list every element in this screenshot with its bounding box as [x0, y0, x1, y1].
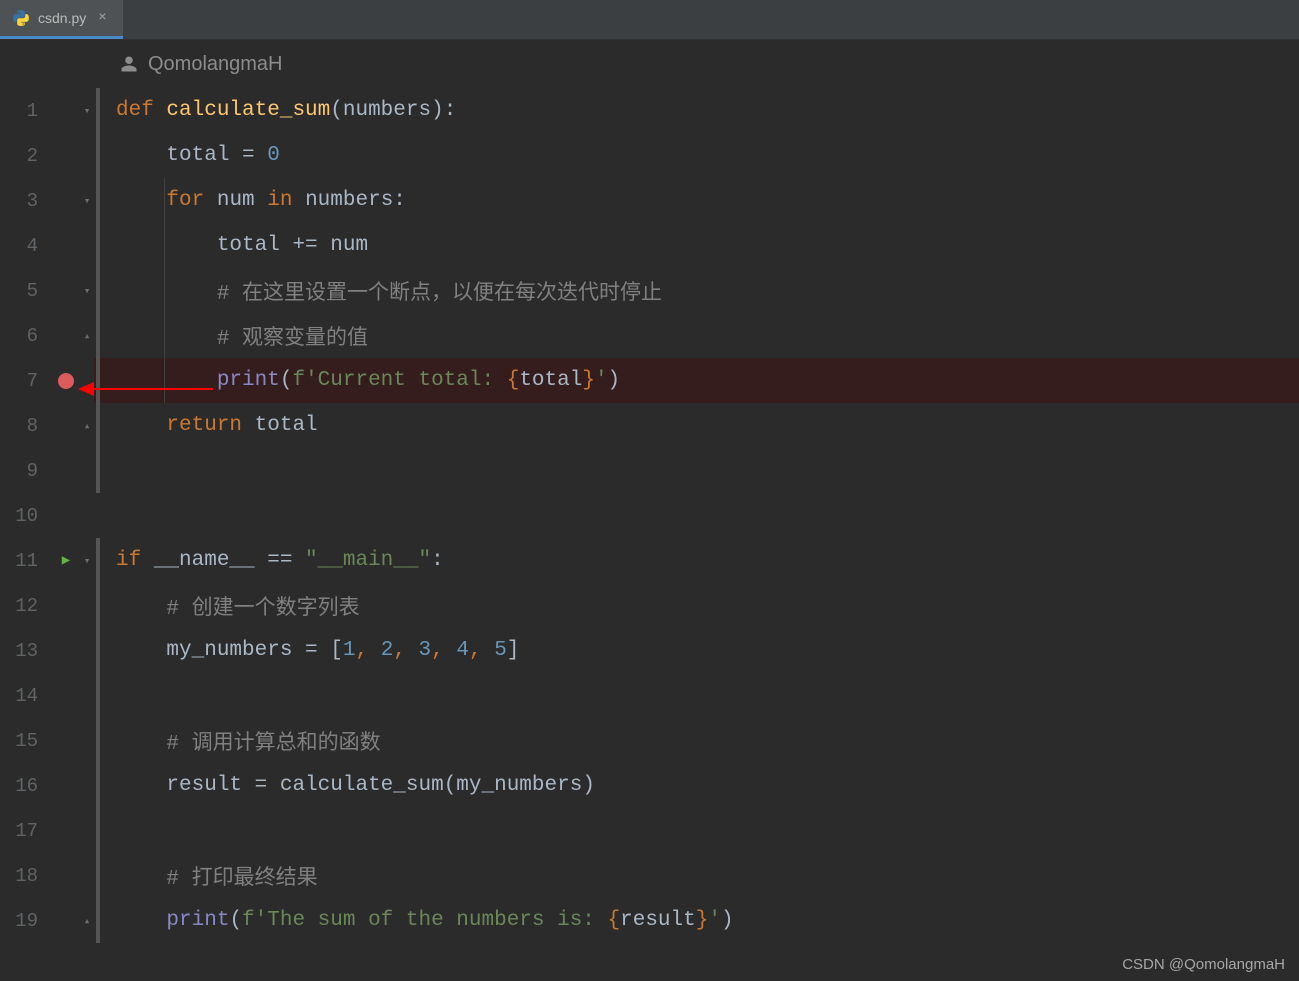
code-line[interactable]: 18 # 打印最终结果 — [0, 853, 1299, 898]
code-line-breakpoint[interactable]: 7 print(f'Current total: {total}') — [0, 358, 1299, 403]
line-number: 18 — [0, 865, 52, 887]
person-icon — [120, 55, 138, 73]
code-text[interactable]: # 在这里设置一个断点，以便在每次迭代时停止 — [94, 268, 1299, 313]
fold-gutter[interactable]: ▴ — [80, 329, 94, 343]
code-editor[interactable]: 1 ▾ def calculate_sum(numbers): 2 total … — [0, 88, 1299, 943]
line-number: 1 — [0, 100, 52, 122]
code-line[interactable]: 9 — [0, 448, 1299, 493]
code-text[interactable]: # 打印最终结果 — [94, 853, 1299, 898]
code-text[interactable]: # 观察变量的值 — [94, 313, 1299, 358]
code-text[interactable]: my_numbers = [1, 2, 3, 4, 5] — [94, 628, 1299, 673]
code-line[interactable]: 4 total += num — [0, 223, 1299, 268]
code-text[interactable]: # 调用计算总和的函数 — [94, 718, 1299, 763]
line-number: 16 — [0, 775, 52, 797]
line-number: 17 — [0, 820, 52, 842]
code-line[interactable]: 10 — [0, 493, 1299, 538]
code-line[interactable]: 17 — [0, 808, 1299, 853]
line-number: 4 — [0, 235, 52, 257]
breakpoint-gutter[interactable]: ▶ — [52, 552, 80, 569]
line-number: 12 — [0, 595, 52, 617]
line-number: 8 — [0, 415, 52, 437]
fold-gutter[interactable]: ▾ — [80, 554, 94, 568]
code-line[interactable]: 2 total = 0 — [0, 133, 1299, 178]
code-text[interactable]: print(f'Current total: {total}') — [94, 358, 1299, 403]
code-line[interactable]: 5 ▾ # 在这里设置一个断点，以便在每次迭代时停止 — [0, 268, 1299, 313]
run-icon[interactable]: ▶ — [62, 552, 70, 569]
breakpoint-icon[interactable] — [58, 373, 74, 389]
watermark: CSDN @QomolangmaH — [1122, 956, 1285, 973]
code-text[interactable]: return total — [94, 403, 1299, 448]
code-line[interactable]: 11 ▶ ▾ if __name__ == "__main__": — [0, 538, 1299, 583]
fold-gutter[interactable]: ▾ — [80, 104, 94, 118]
code-line[interactable]: 1 ▾ def calculate_sum(numbers): — [0, 88, 1299, 133]
code-text[interactable]: result = calculate_sum(my_numbers) — [94, 763, 1299, 808]
fold-up-icon[interactable]: ▴ — [84, 914, 91, 928]
line-number: 7 — [0, 370, 52, 392]
code-text[interactable] — [94, 808, 1299, 853]
code-line[interactable]: 15 # 调用计算总和的函数 — [0, 718, 1299, 763]
code-text[interactable]: total = 0 — [94, 133, 1299, 178]
line-number: 14 — [0, 685, 52, 707]
code-line[interactable]: 19 ▴ print(f'The sum of the numbers is: … — [0, 898, 1299, 943]
breakpoint-gutter[interactable] — [52, 373, 80, 389]
code-line[interactable]: 6 ▴ # 观察变量的值 — [0, 313, 1299, 358]
fold-down-icon[interactable]: ▾ — [84, 104, 91, 118]
line-number: 19 — [0, 910, 52, 932]
fold-down-icon[interactable]: ▾ — [84, 194, 91, 208]
code-text[interactable]: # 创建一个数字列表 — [94, 583, 1299, 628]
fold-down-icon[interactable]: ▾ — [84, 554, 91, 568]
file-tab[interactable]: csdn.py × — [0, 0, 123, 39]
code-text[interactable] — [94, 448, 1299, 493]
fold-gutter[interactable]: ▾ — [80, 194, 94, 208]
code-line[interactable]: 13 my_numbers = [1, 2, 3, 4, 5] — [0, 628, 1299, 673]
code-text[interactable]: print(f'The sum of the numbers is: {resu… — [94, 898, 1299, 943]
code-text[interactable]: for num in numbers: — [94, 178, 1299, 223]
line-number: 6 — [0, 325, 52, 347]
code-text[interactable]: if __name__ == "__main__": — [94, 538, 1299, 583]
code-line[interactable]: 8 ▴ return total — [0, 403, 1299, 448]
fold-down-icon[interactable]: ▾ — [84, 284, 91, 298]
fold-up-icon[interactable]: ▴ — [84, 419, 91, 433]
python-file-icon — [12, 9, 30, 27]
code-line[interactable]: 3 ▾ for num in numbers: — [0, 178, 1299, 223]
fold-gutter[interactable]: ▾ — [80, 284, 94, 298]
author-name: QomolangmaH — [148, 53, 283, 76]
fold-gutter[interactable]: ▴ — [80, 419, 94, 433]
code-text[interactable]: def calculate_sum(numbers): — [94, 88, 1299, 133]
line-number: 13 — [0, 640, 52, 662]
code-text[interactable]: total += num — [94, 223, 1299, 268]
code-text[interactable] — [94, 673, 1299, 718]
line-number: 3 — [0, 190, 52, 212]
code-text[interactable] — [94, 493, 1299, 538]
line-number: 5 — [0, 280, 52, 302]
code-line[interactable]: 14 — [0, 673, 1299, 718]
fold-up-icon[interactable]: ▴ — [84, 329, 91, 343]
line-number: 15 — [0, 730, 52, 752]
author-annotation: QomolangmaH — [0, 40, 1299, 88]
line-number: 11 — [0, 550, 52, 572]
code-line[interactable]: 12 # 创建一个数字列表 — [0, 583, 1299, 628]
line-number: 9 — [0, 460, 52, 482]
tab-bar: csdn.py × — [0, 0, 1299, 40]
tab-filename: csdn.py — [38, 10, 86, 26]
tab-close-icon[interactable]: × — [94, 10, 110, 26]
line-number: 10 — [0, 505, 52, 527]
code-line[interactable]: 16 result = calculate_sum(my_numbers) — [0, 763, 1299, 808]
fold-gutter[interactable]: ▴ — [80, 914, 94, 928]
line-number: 2 — [0, 145, 52, 167]
